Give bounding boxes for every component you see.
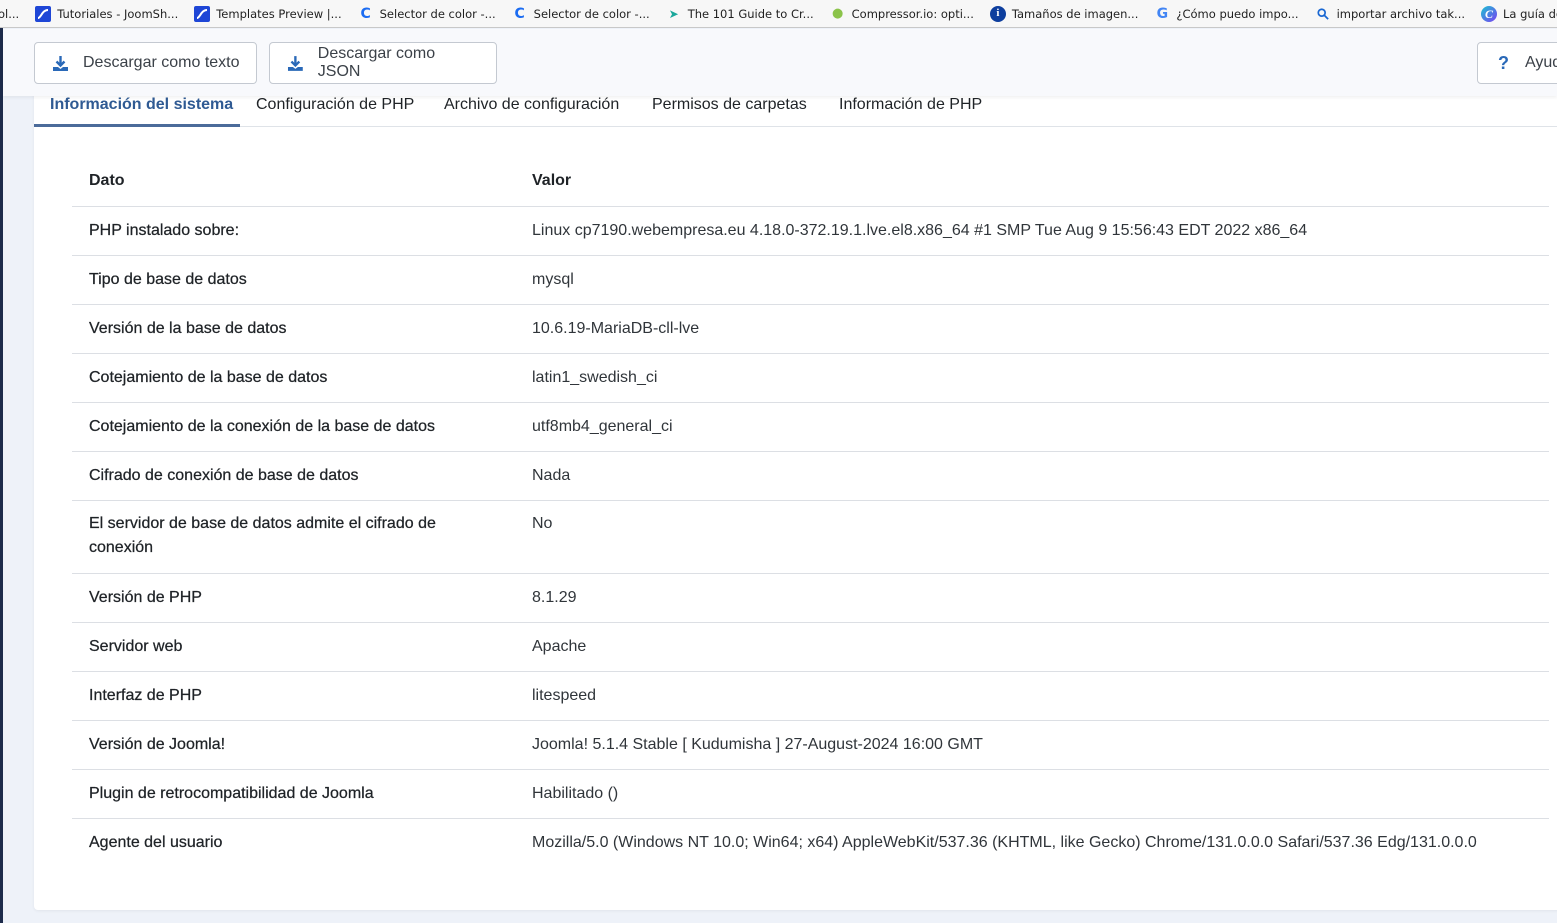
arrow-icon: ➤ — [668, 6, 679, 21]
row-key: Cotejamiento de la conexión de la base d… — [72, 402, 515, 452]
bookmark-label: Tutoriales - JoomSh... — [57, 6, 179, 21]
row-key: Versión de PHP — [72, 573, 515, 623]
row-value: litespeed — [515, 671, 1549, 721]
download-as-json-button[interactable]: Descargar como JSON — [269, 42, 497, 84]
download-icon — [287, 55, 303, 71]
bookmark-item[interactable]: ➤ The 101 Guide to Cr... — [666, 3, 814, 25]
bookmark-item[interactable]: ● Compressor.io: opti... — [830, 3, 974, 25]
row-value: Joomla! 5.1.4 Stable [ Kudumisha ] 27-Au… — [515, 720, 1549, 770]
bookmark-item[interactable]: importar archivo tak... — [1315, 3, 1465, 25]
bookmark-label: Templates Preview |... — [216, 6, 342, 21]
table-row: Plugin de retrocompatibilidad de Joomla … — [72, 769, 1549, 819]
download-as-text-button[interactable]: Descargar como texto — [34, 42, 257, 84]
table-header-row: Dato Valor — [72, 156, 1549, 207]
row-key: Versión de la base de datos — [72, 304, 515, 354]
help-label: Ayuda — [1525, 54, 1557, 71]
download-as-text-label: Descargar como texto — [83, 54, 240, 71]
tab-folder-permissions[interactable]: Permisos de carpetas — [636, 95, 823, 127]
row-value: mysql — [515, 255, 1549, 305]
row-value: Nada — [515, 451, 1549, 501]
bookmark-label: importar archivo tak... — [1336, 6, 1466, 21]
bookmark-item[interactable]: C Selector de color -... — [358, 3, 496, 25]
table-row: Cotejamiento de la base de datos latin1_… — [72, 353, 1549, 403]
system-info-table: Dato Valor PHP instalado sobre: Linux cp… — [72, 156, 1549, 867]
row-key: Cotejamiento de la base de datos — [72, 353, 515, 403]
bookmark-label: Selector de color -... — [533, 6, 650, 21]
row-value: 10.6.19-MariaDB-cll-lve — [515, 304, 1549, 354]
row-value: Mozilla/5.0 (Windows NT 10.0; Win64; x64… — [532, 833, 1477, 851]
bookmark-label: ¿Cómo puedo impo... — [1176, 6, 1299, 21]
table-row: Interfaz de PHP litespeed — [72, 671, 1549, 721]
bookmarks-bar: ol... Tutoriales - JoomSh... Templates P… — [0, 0, 1557, 28]
bookmark-label: La guía definitiva pa... — [1503, 6, 1557, 21]
bookmark-item[interactable]: ol... — [0, 3, 19, 25]
bookmark-label: The 101 Guide to Cr... — [687, 6, 814, 21]
row-key: Cifrado de conexión de base de datos — [72, 451, 515, 501]
table-row: Cifrado de conexión de base de datos Nad… — [72, 451, 1549, 501]
bookmark-item[interactable]: C Selector de color -... — [512, 3, 650, 25]
help-button[interactable]: ? Ayuda — [1477, 42, 1557, 84]
table-row: Versión de la base de datos 10.6.19-Mari… — [72, 304, 1549, 354]
download-icon — [53, 55, 68, 71]
color-picker-c-icon: C — [514, 5, 525, 22]
row-key: PHP instalado sobre: — [72, 206, 515, 256]
row-value: latin1_swedish_ci — [515, 353, 1549, 403]
row-value: Linux cp7190.webempresa.eu 4.18.0-372.19… — [515, 206, 1549, 256]
row-value: Habilitado () — [515, 769, 1549, 819]
row-key: Tipo de base de datos — [72, 255, 515, 305]
bookmark-item[interactable]: G ¿Cómo puedo impo... — [1154, 3, 1299, 25]
bookmark-item[interactable]: C La guía definitiva pa... — [1481, 3, 1557, 25]
bookmark-label: Tamaños de imagen... — [1011, 6, 1139, 21]
bookmark-label: ol... — [0, 6, 20, 21]
question-mark-icon: ? — [1498, 52, 1509, 73]
row-value: Apache — [515, 622, 1549, 672]
google-icon: G — [1156, 5, 1169, 22]
bookmark-label: Selector de color -... — [379, 6, 496, 21]
table-row: El servidor de base de datos admite el c… — [72, 500, 1549, 574]
chameleon-icon: ● — [831, 6, 844, 21]
bookmark-item[interactable]: Templates Preview |... — [194, 3, 342, 25]
joomshaper-icon — [35, 5, 52, 22]
row-key: Versión de Joomla! — [72, 720, 515, 770]
row-value: utf8mb4_general_ci — [515, 402, 1549, 452]
tab-configuration-file[interactable]: Archivo de configuración — [428, 95, 635, 127]
table-row: Versión de Joomla! Joomla! 5.1.4 Stable … — [72, 720, 1549, 770]
tab-php-settings[interactable]: Configuración de PHP — [240, 95, 430, 127]
bookmark-label: Compressor.io: opti... — [851, 6, 974, 21]
table-row: Agente del usuario Mozilla/5.0 (Windows … — [72, 818, 1549, 867]
download-as-json-label: Descargar como JSON — [317, 45, 436, 80]
tab-php-information[interactable]: Información de PHP — [823, 95, 998, 127]
table-row: Servidor web Apache — [72, 622, 1549, 672]
bookmark-item[interactable]: Tutoriales - JoomSh... — [35, 3, 178, 25]
column-header-value: Valor — [515, 156, 1549, 207]
sidebar-edge — [0, 28, 3, 923]
table-row: Versión de PHP 8.1.29 — [72, 573, 1549, 623]
tab-system-information[interactable]: Información del sistema — [34, 95, 240, 127]
color-picker-c-icon: C — [360, 5, 371, 22]
row-key: Plugin de retrocompatibilidad de Joomla — [72, 769, 515, 819]
joomshaper-icon — [194, 5, 211, 22]
row-key: Servidor web — [72, 622, 515, 672]
row-value: No — [515, 500, 1549, 574]
table-row: Cotejamiento de la conexión de la base d… — [72, 402, 1549, 452]
table-row: Tipo de base de datos mysql — [72, 255, 1549, 305]
search-icon — [1315, 6, 1331, 22]
row-key: El servidor de base de datos admite el c… — [72, 500, 515, 574]
system-information-card: Información del sistema Configuración de… — [34, 82, 1557, 910]
column-header-setting: Dato — [72, 156, 515, 207]
row-key: Interfaz de PHP — [72, 671, 515, 721]
row-value: 8.1.29 — [515, 573, 1549, 623]
toolbar: Descargar como texto Descargar como JSON… — [3, 29, 1557, 96]
info-icon: i — [989, 5, 1006, 22]
row-key: Agente del usuario — [89, 833, 223, 851]
table-row: PHP instalado sobre: Linux cp7190.webemp… — [72, 206, 1549, 256]
bookmark-item[interactable]: i Tamaños de imagen... — [989, 3, 1139, 25]
canva-icon: C — [1481, 5, 1498, 22]
